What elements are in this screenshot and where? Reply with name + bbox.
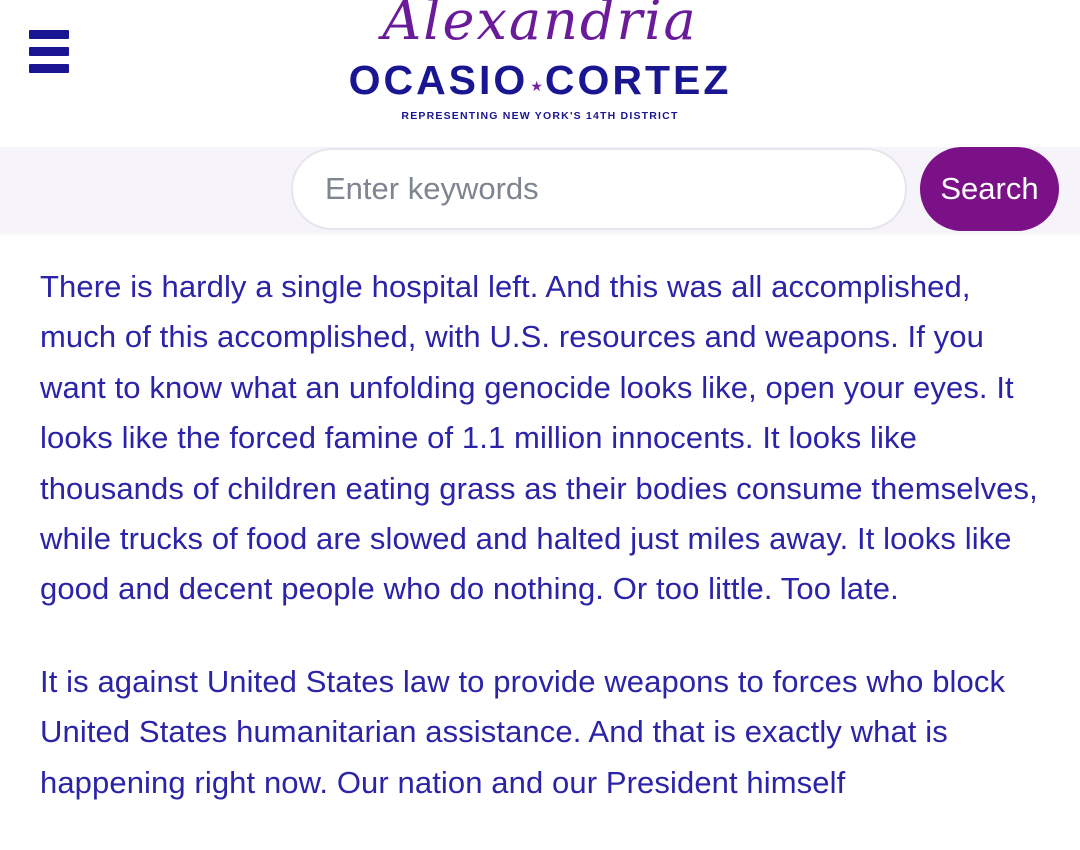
menu-bar <box>29 30 69 39</box>
hamburger-menu-icon[interactable] <box>29 30 69 73</box>
star-icon: ★ <box>530 78 543 95</box>
menu-bar <box>29 47 69 56</box>
logo-tagline: REPRESENTING NEW YORK'S 14TH DISTRICT <box>401 110 679 122</box>
logo-name-row: OCASIO ★CORTEZ <box>340 58 740 102</box>
logo-script-name: Alexandria <box>382 0 698 52</box>
search-input[interactable] <box>291 148 907 230</box>
site-header: Alexandria OCASIO ★CORTEZ REPRESENTING NE… <box>0 0 1080 147</box>
article-paragraph: It is against United States law to provi… <box>40 663 1006 800</box>
search-button[interactable]: Search <box>920 147 1059 231</box>
article-body: There is hardly a single hospital left. … <box>40 262 1050 850</box>
logo-name-left: OCASIO <box>348 57 529 103</box>
site-logo[interactable]: Alexandria OCASIO ★CORTEZ REPRESENTING NE… <box>340 0 740 130</box>
menu-bar <box>29 64 69 73</box>
article-paragraph: There is hardly a single hospital left. … <box>40 269 1038 607</box>
logo-name-right: CORTEZ <box>544 57 732 103</box>
search-bar: Search <box>0 147 1080 231</box>
